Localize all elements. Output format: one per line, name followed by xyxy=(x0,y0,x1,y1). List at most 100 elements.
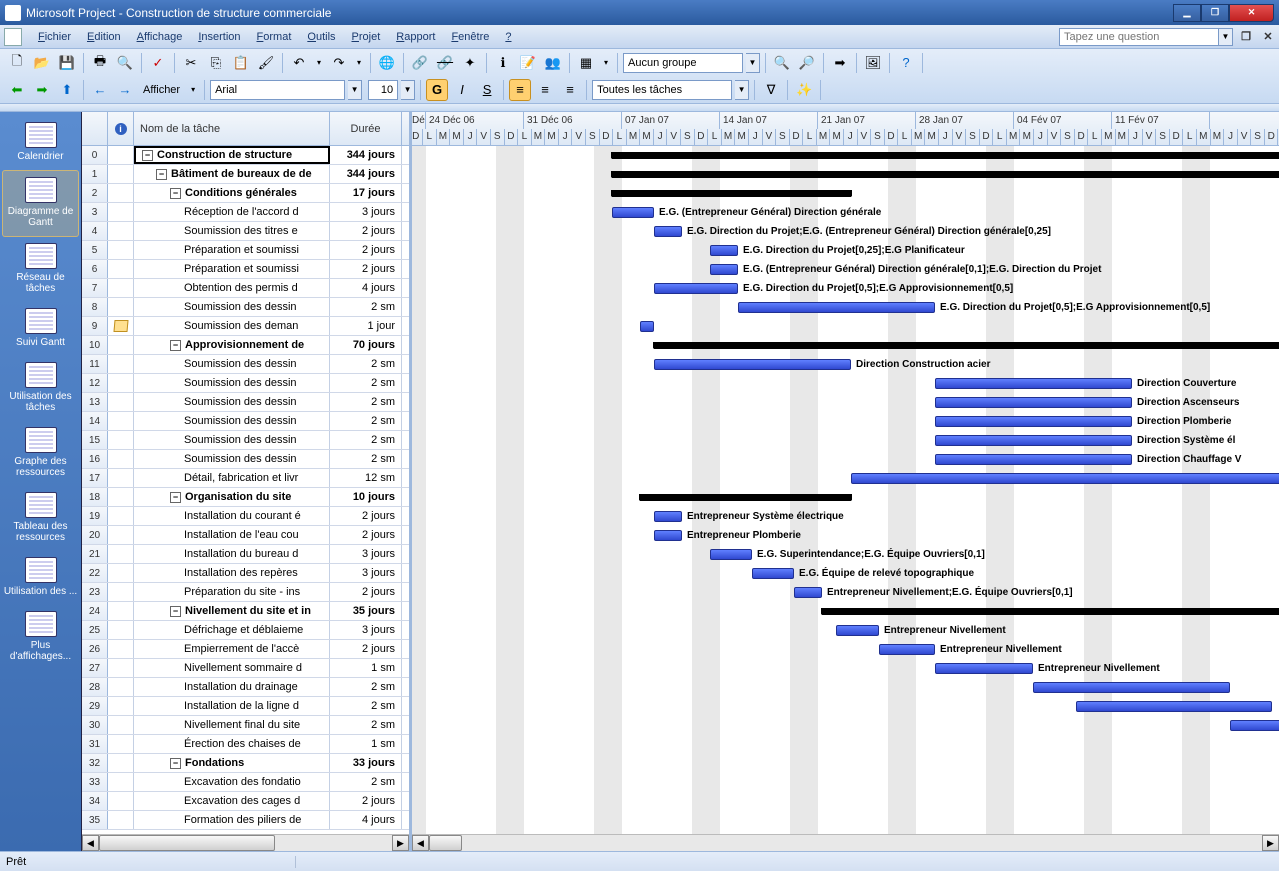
task-row[interactable]: 8Soumission des dessin2 sm xyxy=(82,298,409,317)
task-row[interactable]: 15Soumission des dessin2 sm xyxy=(82,431,409,450)
row-number[interactable]: 4 xyxy=(82,222,108,240)
task-row[interactable]: 27Nivellement sommaire d1 sm xyxy=(82,659,409,678)
row-header-corner[interactable] xyxy=(82,112,108,145)
assign-resources-icon[interactable]: 👥 xyxy=(542,52,564,74)
task-row[interactable]: 4Soumission des titres e2 jours xyxy=(82,222,409,241)
task-name-cell[interactable]: Réception de l'accord d xyxy=(134,203,330,221)
gantt-task-bar[interactable]: Direction Ascenseurs xyxy=(935,397,1132,408)
goto-task-icon[interactable]: ➡ xyxy=(829,52,851,74)
row-number[interactable]: 33 xyxy=(82,773,108,791)
task-duration-cell[interactable]: 4 jours xyxy=(330,279,402,297)
task-row[interactable]: 35Formation des piliers de4 jours xyxy=(82,811,409,830)
gantt-summary-bar[interactable] xyxy=(654,342,1279,349)
task-name-cell[interactable]: Soumission des titres e xyxy=(134,222,330,240)
task-row[interactable]: 33Excavation des fondatio2 sm xyxy=(82,773,409,792)
task-duration-cell[interactable]: 344 jours xyxy=(330,165,402,183)
gantt-task-bar[interactable]: Entrepreneur Plomberie xyxy=(654,530,682,541)
task-name-cell[interactable]: −Nivellement du site et in xyxy=(134,602,330,620)
row-number[interactable]: 22 xyxy=(82,564,108,582)
gantt-task-bar[interactable]: Direction Système él xyxy=(935,435,1132,446)
gantt-task-bar[interactable]: E.G. Direction du Projet[0,25];E.G Plani… xyxy=(710,245,738,256)
gantt-summary-bar[interactable] xyxy=(612,152,1279,159)
col-duration[interactable]: Durée xyxy=(330,112,402,145)
gantt-summary-bar[interactable] xyxy=(612,190,851,197)
task-name-cell[interactable]: Soumission des dessin xyxy=(134,450,330,468)
menu-affichage[interactable]: Affichage xyxy=(129,28,191,46)
task-duration-cell[interactable]: 4 jours xyxy=(330,811,402,829)
task-name-cell[interactable]: Obtention des permis d xyxy=(134,279,330,297)
menu-projet[interactable]: Projet xyxy=(344,28,389,46)
task-row[interactable]: 21Installation du bureau d3 jours xyxy=(82,545,409,564)
close-document-icon[interactable]: ✕ xyxy=(1261,30,1275,44)
task-row[interactable]: 11Soumission des dessin2 sm xyxy=(82,355,409,374)
gantt-task-bar[interactable]: Direction Chauffage V xyxy=(935,454,1132,465)
row-number[interactable]: 6 xyxy=(82,260,108,278)
row-number[interactable]: 35 xyxy=(82,811,108,829)
gantt-task-bar[interactable]: Entrepreneur Nivellement xyxy=(836,625,879,636)
print-icon[interactable]: 🖶 xyxy=(89,52,111,74)
gantt-summary-bar[interactable] xyxy=(822,608,1279,615)
collapse-icon[interactable]: − xyxy=(170,606,181,617)
copy-picture-icon[interactable]: 🖼 xyxy=(862,52,884,74)
row-number[interactable]: 14 xyxy=(82,412,108,430)
align-right-button[interactable]: ≡ xyxy=(559,79,581,101)
task-name-cell[interactable]: Installation des repères xyxy=(134,564,330,582)
row-number[interactable]: 30 xyxy=(82,716,108,734)
collapse-icon[interactable]: − xyxy=(170,340,181,351)
row-number[interactable]: 26 xyxy=(82,640,108,658)
gantt-task-bar[interactable]: E.G. Direction du Projet[0,5];E.G Approv… xyxy=(654,283,738,294)
gantt-task-bar[interactable]: E.G. Superintendance;E.G. Équipe Ouvrier… xyxy=(710,549,752,560)
task-name-cell[interactable]: Empierrement de l'accè xyxy=(134,640,330,658)
font-size-combo[interactable]: 10 xyxy=(368,80,398,100)
gantt-task-bar[interactable]: Entrepreneur Nivellement xyxy=(935,663,1033,674)
task-duration-cell[interactable]: 2 jours xyxy=(330,507,402,525)
task-name-cell[interactable]: Préparation du site - ins xyxy=(134,583,330,601)
task-duration-cell[interactable]: 2 jours xyxy=(330,640,402,658)
task-name-cell[interactable]: Soumission des dessin xyxy=(134,374,330,392)
scroll-left-icon[interactable]: ◀ xyxy=(82,835,99,851)
redo-icon[interactable]: ↷ xyxy=(328,52,350,74)
format-painter-icon[interactable]: 🖌 xyxy=(255,52,277,74)
link-tasks-icon[interactable]: 🔗 xyxy=(409,52,431,74)
task-duration-cell[interactable]: 2 jours xyxy=(330,526,402,544)
task-name-cell[interactable]: Installation de l'eau cou xyxy=(134,526,330,544)
task-row[interactable]: 7 Obtention des permis d4 jours xyxy=(82,279,409,298)
task-duration-cell[interactable]: 2 sm xyxy=(330,431,402,449)
task-row[interactable]: 0−Construction de structure344 jours xyxy=(82,146,409,165)
gantt-task-bar[interactable] xyxy=(851,473,1279,484)
task-notes-icon[interactable]: 📝 xyxy=(517,52,539,74)
task-row[interactable]: 10−Approvisionnement de70 jours xyxy=(82,336,409,355)
scroll-left-icon[interactable]: ◀ xyxy=(412,835,429,851)
task-duration-cell[interactable]: 33 jours xyxy=(330,754,402,772)
viewbar-suivi[interactable]: Suivi Gantt xyxy=(0,302,81,356)
open-file-icon[interactable]: 📂 xyxy=(31,52,53,74)
font-combo[interactable]: Arial xyxy=(210,80,345,100)
unlink-tasks-icon[interactable]: 🔗 xyxy=(434,52,456,74)
gantt-summary-bar[interactable] xyxy=(612,171,1279,178)
gantt-task-bar[interactable] xyxy=(1230,720,1279,731)
row-number[interactable]: 7 xyxy=(82,279,108,297)
gantt-task-bar[interactable]: E.G. (Entrepreneur Général) Direction gé… xyxy=(612,207,654,218)
gantt-task-bar[interactable]: Entrepreneur Nivellement;E.G. Équipe Ouv… xyxy=(794,587,822,598)
task-name-cell[interactable]: −Bâtiment de bureaux de de xyxy=(134,165,330,183)
row-number[interactable]: 5 xyxy=(82,241,108,259)
split-task-icon[interactable]: ✦ xyxy=(459,52,481,74)
task-duration-cell[interactable]: 2 sm xyxy=(330,697,402,715)
scroll-right-icon[interactable]: ▶ xyxy=(392,835,409,851)
task-duration-cell[interactable]: 2 sm xyxy=(330,773,402,791)
task-duration-cell[interactable]: 1 jour xyxy=(330,317,402,335)
viewbar-calendrier[interactable]: Calendrier xyxy=(0,116,81,170)
viewbar-graphe-res[interactable]: Graphe des ressources xyxy=(0,421,81,486)
menu-?[interactable]: ? xyxy=(497,28,519,46)
task-name-cell[interactable]: Nivellement final du site xyxy=(134,716,330,734)
task-duration-cell[interactable]: 1 sm xyxy=(330,735,402,753)
task-duration-cell[interactable]: 1 sm xyxy=(330,659,402,677)
task-row[interactable]: 25Défrichage et déblaieme3 jours xyxy=(82,621,409,640)
help-search-input[interactable] xyxy=(1059,28,1219,46)
menu-rapport[interactable]: Rapport xyxy=(388,28,443,46)
task-name-cell[interactable]: Installation du bureau d xyxy=(134,545,330,563)
row-number[interactable]: 15 xyxy=(82,431,108,449)
task-name-cell[interactable]: Défrichage et déblaieme xyxy=(134,621,330,639)
gantt-task-bar[interactable]: E.G. Direction du Projet;E.G. (Entrepren… xyxy=(654,226,682,237)
task-duration-cell[interactable]: 3 jours xyxy=(330,545,402,563)
